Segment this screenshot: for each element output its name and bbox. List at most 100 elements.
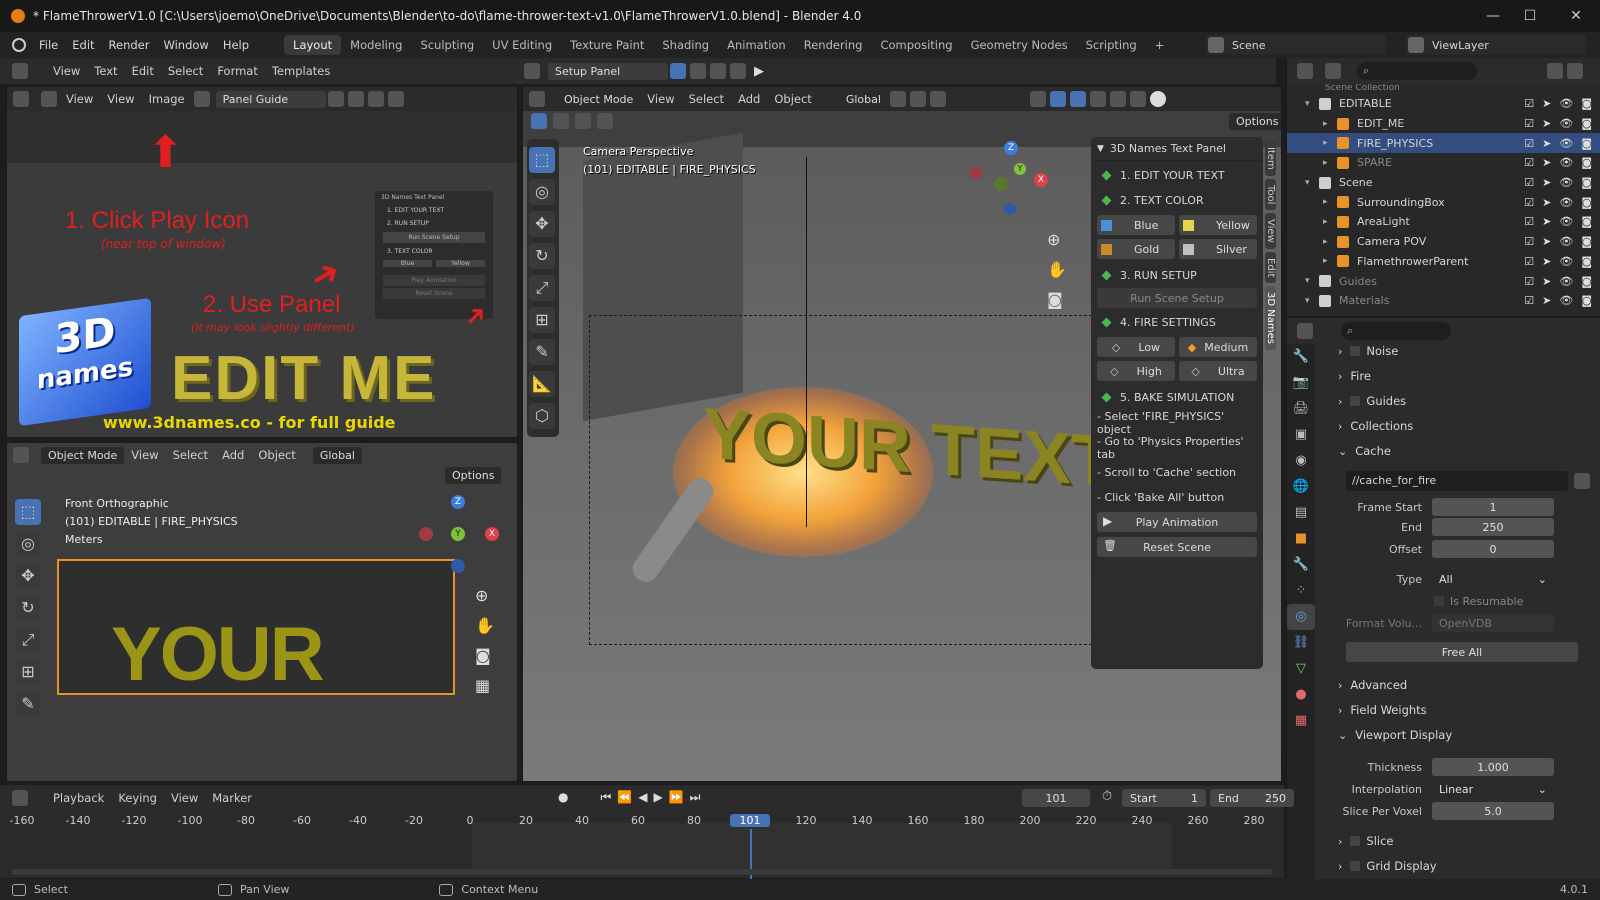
color-gold-button[interactable]: Gold [1097,239,1175,259]
camera-render-icon[interactable]: ◙ [1581,294,1592,307]
expand-chevron-icon[interactable]: ▾ [1305,178,1319,188]
front-navigation-gizmo[interactable]: Z Y X [419,495,499,575]
transform-tool-icon[interactable]: ⊞ [529,307,555,333]
eye-icon[interactable]: 👁 [1559,156,1573,169]
checkbox-icon[interactable]: ☑ [1524,255,1534,268]
view-layer-tab-icon[interactable]: ▣ [1287,422,1315,448]
blender-menu-icon[interactable] [12,38,26,52]
camera-render-icon[interactable]: ◙ [1581,137,1592,150]
expand-chevron-icon[interactable]: ▸ [1323,197,1337,207]
gizmo-neg-y[interactable] [994,177,1008,191]
select-arrow-icon[interactable]: ➤ [1542,255,1551,268]
timeline-menu-keying[interactable]: Keying [111,791,164,805]
start-frame-field[interactable]: Start 1 [1122,789,1206,807]
chevron-right-icon[interactable]: › [1338,835,1342,848]
current-frame-field[interactable]: 101 [1022,789,1090,807]
checkbox[interactable] [1350,836,1361,846]
new-collection-icon[interactable] [1567,63,1583,79]
texture-tab-icon[interactable]: ▦ [1287,708,1315,734]
tab-shading[interactable]: Shading [653,35,718,55]
chevron-down-icon[interactable]: ⌄ [1338,729,1347,742]
tab-3d-names[interactable]: 3D Names [1265,286,1276,351]
data-tab-icon[interactable]: ▽ [1287,656,1315,682]
reset-scene-button[interactable]: 🗑 Reset Scene [1097,537,1257,557]
record-icon[interactable]: ● [558,790,568,805]
checkbox-icon[interactable]: ☑ [1524,215,1534,228]
section-noise[interactable]: Noise [1366,344,1398,358]
eye-icon[interactable]: 👁 [1559,137,1573,150]
eye-icon[interactable]: 👁 [1559,235,1573,248]
select-extend-icon[interactable] [553,113,569,129]
particles-tab-icon[interactable]: ⁘ [1287,578,1315,604]
tab-view[interactable]: View [1265,213,1276,249]
menu-edit[interactable]: Edit [65,38,101,52]
expand-chevron-icon[interactable]: ▾ [1305,276,1319,286]
expand-chevron-icon[interactable]: ▸ [1323,119,1337,129]
checkbox-icon[interactable]: ☑ [1524,294,1534,307]
main-transform-orientation[interactable]: Global [838,90,888,108]
move-tool-icon[interactable]: ✥ [529,211,555,237]
close-button[interactable]: ✕ [1566,6,1586,26]
front-object-mode[interactable]: Object Mode [41,446,125,464]
image-menu-image[interactable]: Image [142,92,192,106]
image-menu-view[interactable]: View [100,92,141,106]
play-animation-button[interactable]: ▶ Play Animation [1097,512,1257,532]
tool-tab-icon[interactable]: 🔧 [1287,344,1315,370]
camera-render-icon[interactable]: ◙ [1581,117,1592,130]
tab-item[interactable]: Item [1265,141,1276,176]
run-scene-setup-button[interactable]: Run Scene Setup [1097,288,1257,308]
view-layer-selector[interactable]: ViewLayer [1406,35,1586,55]
image-mode-icon[interactable] [41,91,57,107]
checkbox-icon[interactable]: ☑ [1524,235,1534,248]
eye-icon[interactable]: 👁 [1559,275,1573,288]
menu-render[interactable]: Render [102,38,157,52]
front-options[interactable]: Options [445,467,502,484]
editor-type-icon[interactable] [13,447,29,463]
new-image-icon[interactable] [347,91,364,107]
outliner-row[interactable]: ▾ Guides ☑ ➤ 👁 ◙ [1287,271,1600,291]
eye-icon[interactable]: 👁 [1559,294,1573,307]
modifier-tab-icon[interactable]: 🔧 [1287,552,1315,578]
outliner-row[interactable]: ▸ AreaLight ☑ ➤ 👁 ◙ [1287,212,1600,232]
image-browse-icon[interactable] [193,91,210,107]
main-viewport[interactable]: Object Mode View Select Add Object Globa… [522,86,1282,782]
tab-animation[interactable]: Animation [718,35,795,55]
checkbox[interactable] [1350,861,1361,871]
text-menu-edit[interactable]: Edit [125,64,161,78]
display-mode-icon[interactable] [1325,63,1341,79]
outliner-row[interactable]: ▾ Materials ☑ ➤ 👁 ◙ [1287,291,1600,311]
gizmo-y[interactable]: Y [451,527,465,541]
select-arrow-icon[interactable]: ➤ [1542,137,1551,150]
timeline-scrollbar[interactable] [12,869,1272,875]
cursor-tool-icon[interactable]: ◎ [15,531,41,557]
measure-tool-icon[interactable]: 📐 [529,371,555,397]
chevron-right-icon[interactable]: › [1338,345,1342,358]
section-viewport-display[interactable]: Viewport Display [1355,728,1452,742]
grid-icon[interactable]: ▦ [475,671,495,701]
object-tab-icon[interactable]: ■ [1287,526,1315,552]
pan-hand-icon[interactable]: ✋ [475,611,495,641]
gizmo-toggle-icon[interactable] [1049,91,1066,107]
run-script-play-icon[interactable]: ▶ [754,64,764,79]
offset-field[interactable]: 0 [1432,540,1554,558]
tab-layout[interactable]: Layout [284,35,342,55]
unlink-image-icon[interactable] [387,91,404,107]
gizmo-z[interactable]: Z [451,495,465,509]
tab-edit[interactable]: Edit [1265,251,1276,284]
rotate-tool-icon[interactable]: ↻ [15,595,41,621]
scale-tool-icon[interactable]: ⤢ [15,627,41,653]
camera-render-icon[interactable]: ◙ [1581,235,1592,248]
camera-render-icon[interactable]: ◙ [1581,97,1592,110]
is-resumable-checkbox[interactable] [1434,596,1444,606]
section-collections[interactable]: Collections [1350,419,1413,433]
annotate-tool-icon[interactable]: ✎ [529,339,555,365]
world-tab-icon[interactable]: 🌐 [1287,474,1315,500]
menu-file[interactable]: File [32,38,65,52]
play-reverse-icon[interactable]: ◀ [638,790,647,805]
select-arrow-icon[interactable]: ➤ [1542,97,1551,110]
tab-geometry-nodes[interactable]: Geometry Nodes [962,35,1077,55]
select-arrow-icon[interactable]: ➤ [1542,294,1551,307]
checkbox-icon[interactable]: ☑ [1524,97,1534,110]
free-all-button[interactable]: Free All [1346,642,1578,662]
slice-per-voxel-field[interactable]: 5.0 [1432,802,1554,820]
